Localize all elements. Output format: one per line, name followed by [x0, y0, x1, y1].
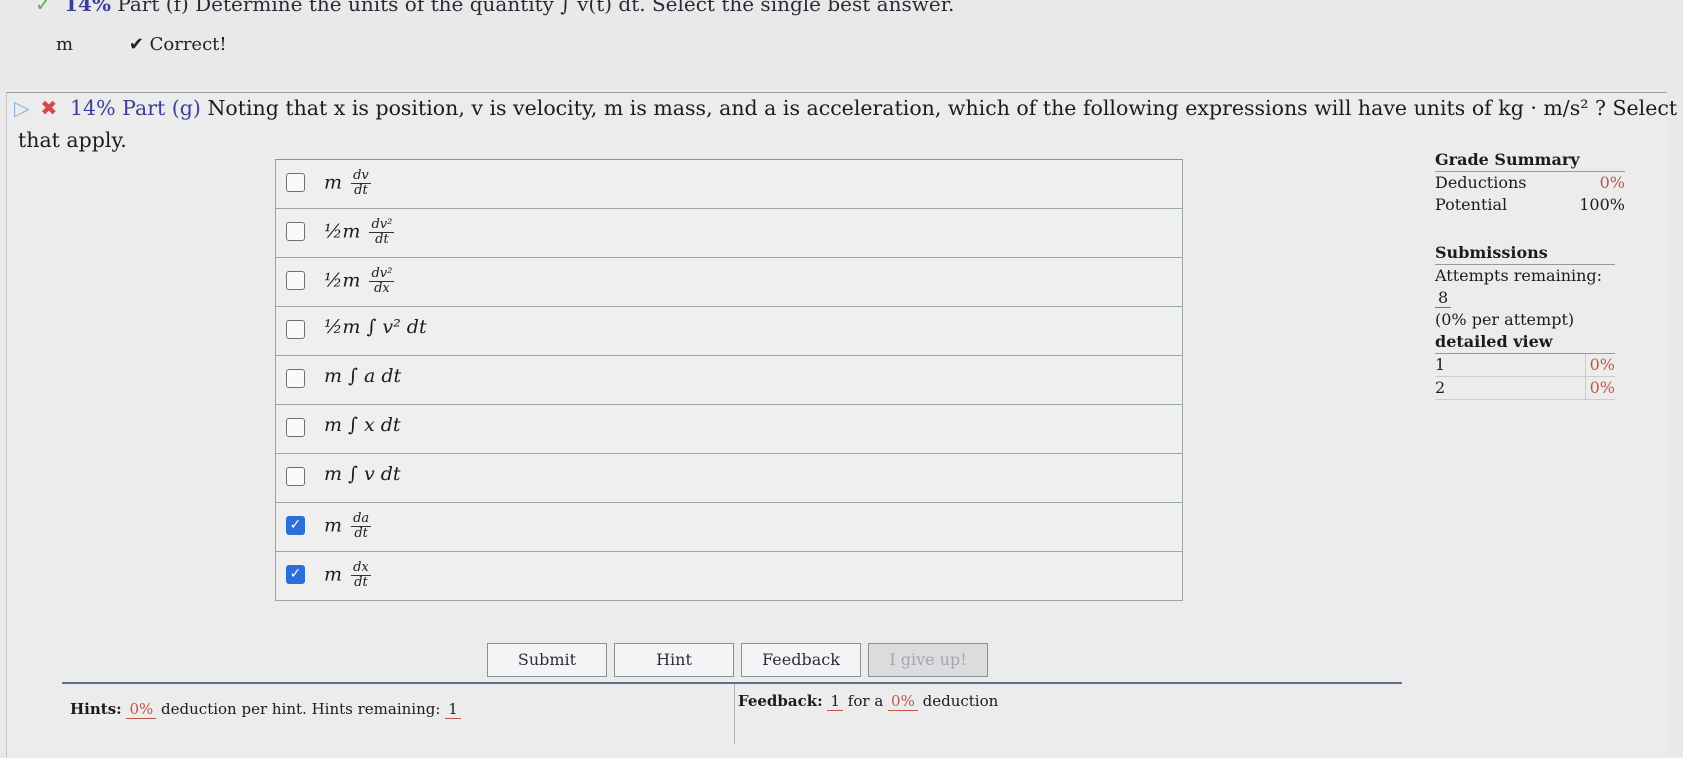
choice-8[interactable]: ✓ m da dt [275, 502, 1183, 552]
divider [734, 684, 735, 744]
grade-summary-title: Grade Summary [1435, 150, 1625, 172]
choice-expression: m ∫ v dt [324, 463, 401, 485]
feedback-info: Feedback: 1 for a 0% deduction [738, 692, 999, 711]
feedback-count: 1 [827, 692, 844, 711]
choice-3[interactable]: ½m dv² dx [275, 257, 1183, 307]
question-line-1: Noting that x is position, v is velocity… [207, 96, 1683, 120]
hints-percent: 0% [126, 700, 157, 719]
choice-2[interactable]: ½m dv² dt [275, 208, 1183, 258]
choice-fraction: da dt [351, 511, 372, 541]
question-text: ▷ ✖ 14% Part (g) Noting that x is positi… [14, 94, 1683, 122]
choice-4[interactable]: ½m ∫ v² dt [275, 306, 1183, 356]
choice-checkbox[interactable] [286, 467, 305, 486]
choice-checkbox[interactable] [286, 271, 305, 290]
attempt-row: 1 0% [1435, 354, 1615, 377]
choice-fraction: dv² dt [369, 217, 395, 247]
choice-checkbox[interactable] [286, 320, 305, 339]
choice-7[interactable]: m ∫ v dt [275, 453, 1183, 503]
choices-list: m dv dt ½m dv² dt ½m dv² dx ½m ∫ v² dt m ∫ … [275, 159, 1183, 601]
hint-button[interactable]: Hint [614, 643, 734, 677]
choice-checkbox-checked[interactable]: ✓ [286, 516, 305, 535]
feedback-mid: for a [847, 692, 884, 710]
choice-fraction: dv dt [351, 168, 371, 198]
choice-fraction: dv² dx [369, 266, 395, 296]
choice-expression: m [324, 171, 343, 194]
choice-expression: m ∫ x dt [324, 414, 401, 436]
choice-expression: m [324, 514, 343, 537]
hints-feedback-bar: Hints: 0% deduction per hint. Hints rema… [62, 682, 1402, 744]
choice-fraction: dx dt [351, 560, 371, 590]
potential-value: 100% [1579, 195, 1625, 214]
submit-button[interactable]: Submit [487, 643, 607, 677]
hints-info: Hints: 0% deduction per hint. Hints rema… [70, 700, 461, 719]
choice-6[interactable]: m ∫ x dt [275, 404, 1183, 454]
choice-expression: m [324, 563, 343, 586]
attempts-value: 8 [1435, 288, 1452, 308]
correct-status: ✔ Correct! [128, 34, 227, 55]
feedback-percent: 0% [888, 692, 918, 711]
grade-summary: Grade Summary Deductions 0% Potential 10… [1435, 150, 1625, 216]
attempts-label: Attempts remaining: [1435, 266, 1603, 285]
feedback-tail: deduction [922, 692, 999, 710]
choice-checkbox[interactable] [286, 418, 305, 437]
question-line-2: that apply. [18, 128, 127, 152]
hints-text: deduction per hint. Hints remaining: [161, 700, 441, 718]
incorrect-icon: ✖ [40, 96, 58, 120]
deductions-value: 0% [1599, 173, 1625, 192]
previous-part-percent: 14% [64, 0, 111, 16]
choice-expression: ½m [324, 269, 361, 292]
deductions-label: Deductions [1435, 173, 1527, 192]
choice-checkbox[interactable] [286, 222, 305, 241]
expand-arrow-icon[interactable]: ▷ [14, 96, 30, 120]
check-icon: ✓ [35, 0, 52, 16]
previous-part-header: ✓ 14% Part (f) Determine the units of th… [35, 0, 954, 16]
question-percent: 14% [70, 96, 116, 120]
feedback-label: Feedback: [738, 692, 823, 710]
choice-checkbox-checked[interactable]: ✓ [286, 565, 305, 584]
previous-part-text: Part (f) Determine the units of the quan… [117, 0, 955, 16]
choice-expression: ½m [324, 220, 361, 243]
potential-label: Potential [1435, 195, 1508, 214]
submissions-title: Submissions [1435, 242, 1615, 265]
question-part: Part (g) [122, 96, 201, 120]
hints-remaining: 1 [445, 700, 461, 719]
choice-checkbox[interactable] [286, 369, 305, 388]
per-attempt: (0% per attempt) [1435, 310, 1575, 329]
choice-checkbox[interactable] [286, 173, 305, 192]
previous-answer: m ✔ Correct! [56, 34, 227, 55]
choice-1[interactable]: m dv dt [275, 159, 1183, 209]
choice-9[interactable]: ✓ m dx dt [275, 551, 1183, 601]
choice-expression: ½m ∫ v² dt [324, 316, 427, 338]
detailed-view-link[interactable]: detailed view [1435, 331, 1615, 354]
submissions-panel: Submissions Attempts remaining: 8 (0% pe… [1435, 242, 1615, 400]
choice-5[interactable]: m ∫ a dt [275, 355, 1183, 405]
hints-label: Hints: [70, 700, 122, 718]
attempt-row: 2 0% [1435, 377, 1615, 400]
feedback-button[interactable]: Feedback [741, 643, 861, 677]
previous-answer-value: m [56, 34, 74, 55]
give-up-button[interactable]: I give up! [868, 643, 988, 677]
choice-expression: m ∫ a dt [324, 365, 402, 387]
